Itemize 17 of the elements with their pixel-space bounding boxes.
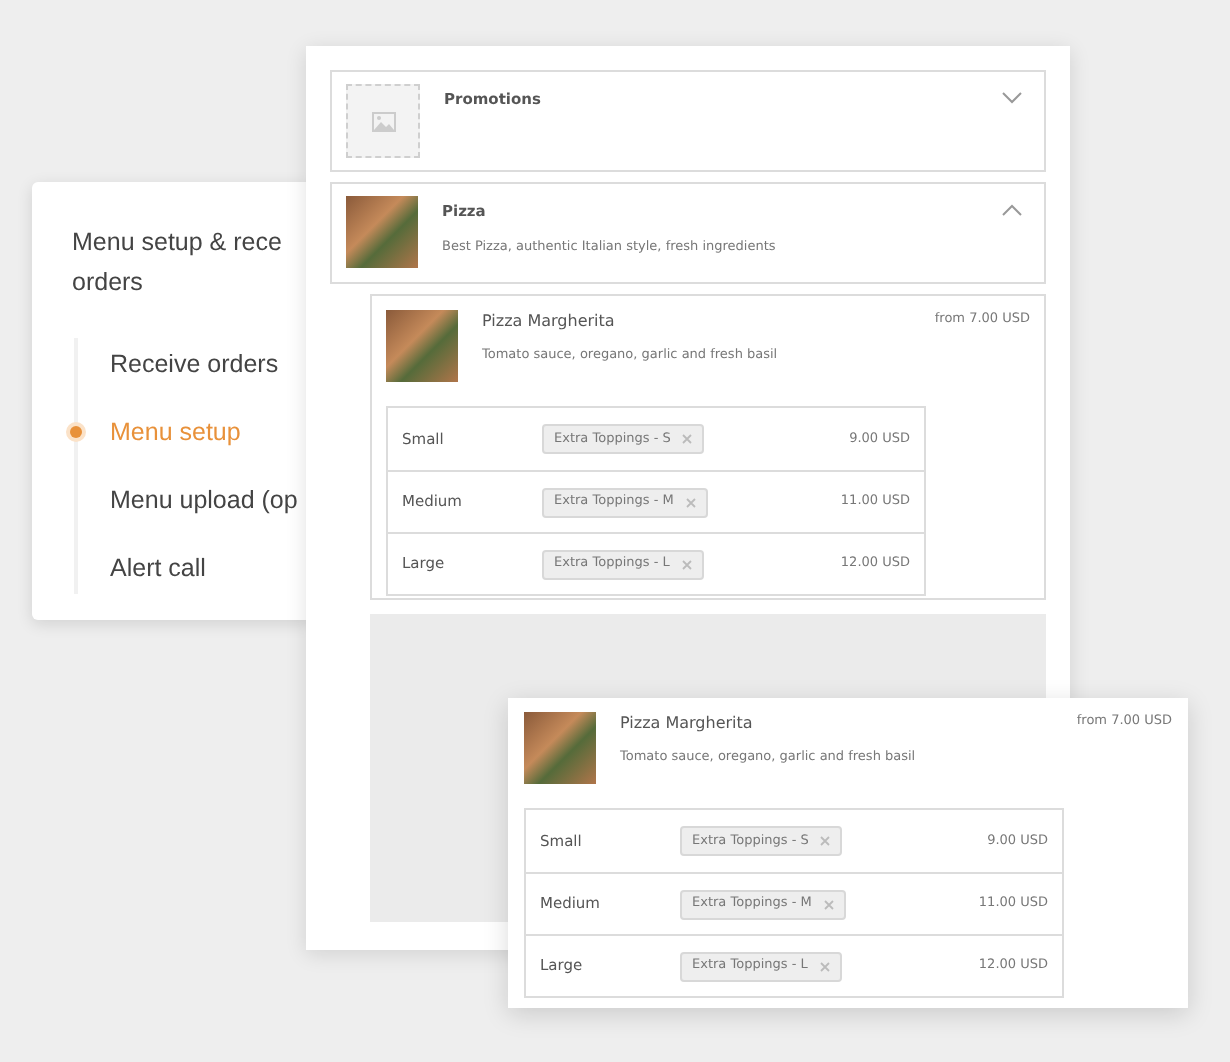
chevron-up-icon[interactable]: [1002, 204, 1022, 216]
food-photo-placeholder: [524, 712, 596, 784]
close-icon[interactable]: [681, 559, 692, 569]
close-icon[interactable]: [820, 836, 831, 846]
close-icon[interactable]: [823, 899, 834, 909]
chevron-down-icon[interactable]: [1002, 92, 1022, 104]
step-item[interactable]: Menu setup: [110, 413, 241, 451]
item-name: Pizza Margherita: [482, 310, 617, 334]
card-title: Menu setup & rece orders: [72, 226, 284, 300]
food-photo-placeholder: [386, 310, 458, 382]
step-item[interactable]: Receive orders: [110, 345, 279, 383]
close-icon[interactable]: [685, 497, 696, 507]
close-icon[interactable]: [682, 434, 693, 444]
close-icon[interactable]: [819, 961, 830, 971]
step-item[interactable]: Alert call: [110, 549, 206, 587]
step-item[interactable]: Menu upload (op: [110, 481, 298, 519]
item-name: Pizza Margherita: [620, 712, 755, 736]
